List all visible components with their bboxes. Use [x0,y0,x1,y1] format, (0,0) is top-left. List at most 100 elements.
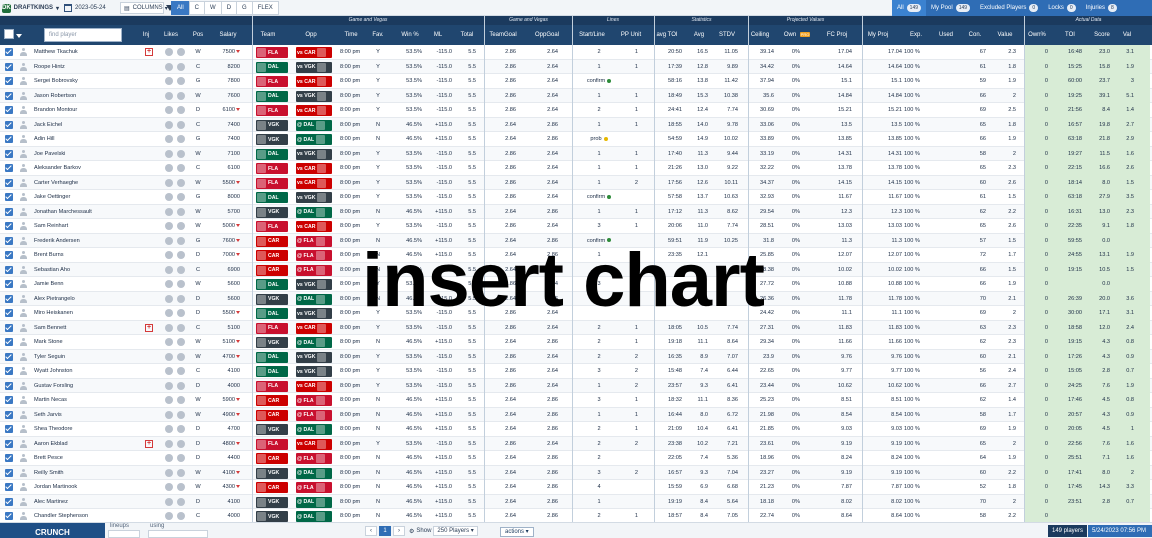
like-icon[interactable] [165,251,173,259]
dislike-icon[interactable] [177,309,185,317]
dislike-icon[interactable] [177,77,185,85]
injury-icon[interactable]: + [145,323,153,332]
person-icon[interactable] [20,77,27,85]
table-row[interactable]: FLA vs CAR Gustav Forsling D 4000 8:00 pm Y 53.… [0,378,1152,393]
crunch-button[interactable]: CRUNCH [0,523,105,538]
person-icon[interactable] [20,367,27,375]
col-ownpct[interactable]: Own% [1026,25,1048,45]
table-row[interactable]: FLA vs CAR Sam Reinhart W 5000 8:00 pm Y 53.5% -… [0,219,1152,234]
position-tab[interactable]: D [220,1,238,15]
injury-icon[interactable]: + [145,439,153,448]
player-name[interactable]: Brent Burns [34,248,134,263]
player-name[interactable]: Sergei Bobrovsky [34,74,134,89]
row-checkbox[interactable] [5,352,13,361]
row-checkbox[interactable] [5,207,13,216]
dislike-icon[interactable] [177,367,185,375]
like-icon[interactable] [165,280,173,288]
player-name[interactable]: Roope Hintz [34,60,134,75]
person-icon[interactable] [20,280,27,288]
col-startline[interactable]: Start/Line [574,25,610,45]
player-name[interactable]: Martin Necas [34,393,134,408]
row-checkbox[interactable] [5,135,13,143]
table-row[interactable]: CAR @ FLA Jordan Martinook W 4300 8:00 pm N 46.… [0,480,1152,495]
like-icon[interactable] [165,309,173,317]
like-icon[interactable] [165,193,173,201]
row-checkbox[interactable] [5,367,13,375]
dislike-icon[interactable] [177,236,185,245]
dislike-icon[interactable] [177,381,185,390]
person-icon[interactable] [20,164,27,172]
like-icon[interactable] [165,62,173,71]
using-select[interactable] [148,530,208,538]
like-icon[interactable] [165,352,173,361]
injury-icon[interactable]: + [145,48,153,56]
row-checkbox[interactable] [5,323,13,332]
player-name[interactable]: Matthew Tkachuk [34,45,134,60]
player-name[interactable]: Sebastian Aho [34,263,134,278]
row-checkbox[interactable] [5,91,13,100]
pool-tab[interactable]: Injuries 8 [1081,0,1122,16]
row-checkbox[interactable] [5,309,13,317]
like-icon[interactable] [165,323,173,332]
person-icon[interactable] [20,425,27,433]
col-fav[interactable]: Fav. [370,25,386,45]
pool-tab[interactable]: My Pool 149 [926,0,975,16]
col-salary[interactable]: Salary [216,25,240,45]
table-row[interactable]: DAL vs VGK Roope Hintz C 8200 8:00 pm Y 53.5% -1… [0,59,1152,75]
table-row[interactable]: VGK @ DAL Jonathan Marchessault W 5700 8:00 p… [0,204,1152,220]
col-team[interactable]: Team [256,25,280,45]
table-row[interactable]: VGK @ DAL Shea Theodore D 4700 8:00 pm N 46.5% +… [0,422,1152,437]
table-row[interactable]: + FLA vs CAR Aaron Ekblad D 4800 8:00 pm Y 53.5%… [0,436,1152,452]
table-row[interactable]: VGK @ DAL Mark Stone W 5100 8:00 pm N 46.5% +115… [0,335,1152,350]
player-name[interactable]: Jonathan Marchessault [34,205,134,220]
player-name[interactable]: Aaron Ekblad [34,437,134,452]
table-row[interactable]: FLA vs CAR Brandon Montour D 6100 8:00 pm Y 53.… [0,103,1152,118]
prev-page-button[interactable]: ‹ [365,526,377,536]
person-icon[interactable] [20,135,27,143]
col-val[interactable]: Val [1120,25,1134,45]
col-toi[interactable]: TOI [1062,25,1078,45]
like-icon[interactable] [165,512,173,520]
player-name[interactable]: Sam Bennett [34,321,134,336]
row-checkbox[interactable] [5,164,13,172]
player-name[interactable]: Carter Verhaeghe [34,176,134,191]
like-icon[interactable] [165,425,173,433]
person-icon[interactable] [20,62,27,71]
player-name[interactable]: Jamie Benn [34,277,134,292]
dislike-icon[interactable] [177,425,185,433]
person-icon[interactable] [20,265,27,274]
row-checkbox[interactable] [5,294,13,303]
row-checkbox[interactable] [5,251,13,259]
col-opp[interactable]: Opp [300,25,322,45]
col-myproj[interactable]: My Proj [866,25,890,45]
person-icon[interactable] [20,106,27,114]
col-likes[interactable]: Likes [160,25,182,45]
player-name[interactable]: Wyatt Johnston [34,364,134,379]
player-name[interactable]: Seth Jarvis [34,408,134,423]
like-icon[interactable] [165,178,173,187]
like-icon[interactable] [165,410,173,419]
row-checkbox[interactable] [5,48,13,56]
dislike-icon[interactable] [177,396,185,404]
dislike-icon[interactable] [177,135,185,143]
show-select[interactable]: 250 Players ▾ [433,526,478,536]
col-avgtoi[interactable]: avg TOI [654,25,680,45]
pool-tab[interactable]: Locks 0 [1043,0,1080,16]
person-icon[interactable] [20,468,27,477]
col-time[interactable]: Time [340,25,362,45]
player-name[interactable]: Frederik Andersen [34,234,134,249]
dislike-icon[interactable] [177,468,185,477]
position-tab[interactable]: W [204,1,222,15]
person-icon[interactable] [20,396,27,404]
like-icon[interactable] [165,207,173,216]
dislike-icon[interactable] [177,193,185,201]
player-name[interactable]: Joe Pavelski [34,147,134,162]
like-icon[interactable] [165,236,173,245]
person-icon[interactable] [20,207,27,216]
table-row[interactable]: CAR @ FLA Martin Necas W 5900 8:00 pm N 46.5% +1… [0,393,1152,408]
dislike-icon[interactable] [177,62,185,71]
row-checkbox[interactable] [5,396,13,404]
col-score[interactable]: Score [1092,25,1112,45]
like-icon[interactable] [165,483,173,491]
dislike-icon[interactable] [177,280,185,288]
